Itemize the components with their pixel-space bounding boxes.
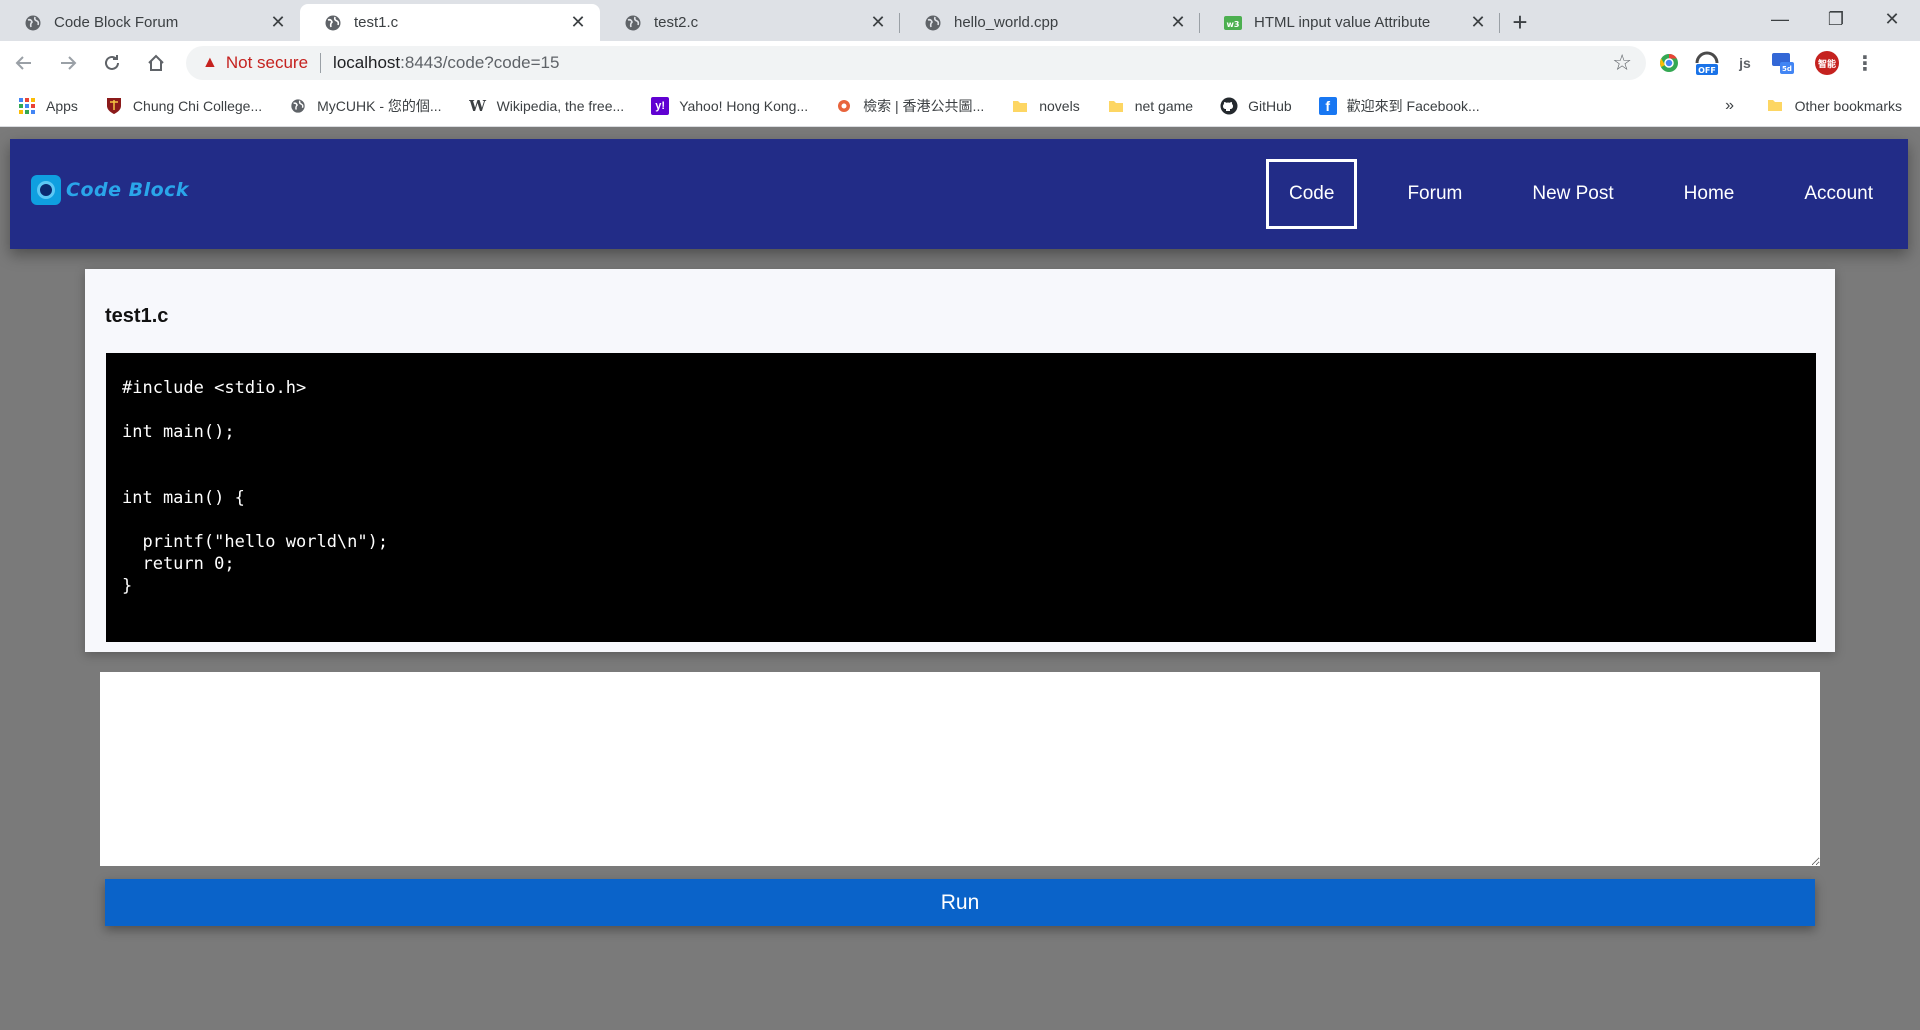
tab-title: test1.c [354,14,399,31]
bookmark-yahoo[interactable]: y! Yahoo! Hong Kong... [651,96,808,115]
window-controls: — ❐ ✕ [1752,0,1920,38]
security-indicator[interactable]: ▲ Not secure [202,53,308,73]
globe-icon [324,14,342,32]
screen-extension-icon[interactable]: 5d [1768,48,1798,78]
url-host: localhost [333,53,401,72]
svg-text:OFF: OFF [1698,66,1716,75]
reload-icon[interactable] [92,45,132,81]
restore-icon[interactable]: ❐ [1808,0,1864,38]
library-icon [835,97,853,115]
folder-icon [1767,97,1785,115]
svg-text:w3: w3 [1227,20,1240,29]
github-icon [1220,97,1238,115]
tab-html-input-value[interactable]: w3 HTML input value Attribute ✕ [1200,4,1500,41]
address-bar[interactable]: ▲ Not secure localhost:8443/code?code=15… [186,46,1646,80]
bookmarks-bar: Apps Chung Chi College... MyCUHK - 您的個..… [0,85,1920,127]
tab-title: Code Block Forum [54,14,179,31]
warning-icon: ▲ [202,54,218,71]
svg-text:智能: 智能 [1818,58,1836,70]
run-button[interactable]: Run [105,879,1815,926]
speed-extension-icon[interactable]: OFF [1692,48,1722,78]
browser-toolbar: ▲ Not secure localhost:8443/code?code=15… [0,41,1920,85]
tab-title: hello_world.cpp [954,14,1059,31]
bookmark-wikipedia[interactable]: W Wikipedia, the free... [469,96,624,115]
nav-new-post[interactable]: New Post [1497,159,1648,229]
site-navbar: Code Block Code Forum New Post Home Acco… [10,139,1908,249]
bookmark-novels[interactable]: novels [1011,97,1080,115]
site-logo[interactable]: Code Block [31,175,189,205]
nav-home[interactable]: Home [1649,159,1770,229]
tab-title: HTML input value Attribute [1254,14,1431,31]
new-tab-button[interactable]: + [1500,4,1540,41]
svg-text:5d: 5d [1782,65,1792,73]
minimize-icon[interactable]: — [1752,0,1808,38]
tab-test2-c[interactable]: test2.c ✕ [600,4,900,41]
apps-grid-icon [18,97,36,115]
menu-kebab-icon[interactable]: ⋮ [1850,48,1880,78]
close-window-icon[interactable]: ✕ [1864,0,1920,38]
home-icon[interactable] [136,45,176,81]
profile-avatar[interactable]: 智能 [1812,48,1842,78]
bookmark-facebook[interactable]: f 歡迎來到 Facebook... [1318,96,1480,116]
code-content: #include <stdio.h> int main(); int main(… [122,378,389,596]
back-icon[interactable] [4,45,44,81]
close-icon[interactable]: ✕ [268,12,288,33]
bookmark-apps[interactable]: Apps [18,97,78,115]
not-secure-label: Not secure [225,53,309,72]
bookmark-mycuhk[interactable]: MyCUHK - 您的個... [289,96,442,116]
globe-icon [24,14,42,32]
tab-strip: Code Block Forum ✕ test1.c ✕ test2.c ✕ h… [0,0,1920,41]
nav-forum[interactable]: Forum [1372,159,1497,229]
tab-test1-c[interactable]: test1.c ✕ [300,4,600,41]
code-viewer: #include <stdio.h> int main(); int main(… [106,353,1816,642]
nav-code[interactable]: Code [1266,159,1358,229]
globe-icon [924,14,942,32]
tab-hello-world-cpp[interactable]: hello_world.cpp ✕ [900,4,1200,41]
chrome-extension-icon[interactable] [1654,48,1684,78]
bookmark-star-icon[interactable]: ☆ [1612,50,1632,76]
close-icon[interactable]: ✕ [1168,12,1188,33]
site-menu: Code Forum New Post Home Account [1266,159,1908,229]
tab-title: test2.c [654,14,699,31]
folder-icon [1107,97,1125,115]
code-file-title: test1.c [105,305,169,327]
bookmark-net-game[interactable]: net game [1107,97,1193,115]
tab-code-block-forum[interactable]: Code Block Forum ✕ [0,4,300,41]
close-icon[interactable]: ✕ [868,12,888,33]
url-path: :8443/code?code=15 [400,53,560,72]
js-extension-icon[interactable]: js [1730,48,1760,78]
bookmark-hkpl[interactable]: 檢索 | 香港公共圖... [835,96,984,116]
globe-icon [289,97,307,115]
bookmarks-overflow-button[interactable]: » [1725,97,1734,115]
nav-account[interactable]: Account [1769,159,1908,229]
close-icon[interactable]: ✕ [1468,12,1488,33]
code-card: test1.c #include <stdio.h> int main(); i… [85,269,1835,652]
other-bookmarks[interactable]: Other bookmarks [1767,97,1902,115]
close-icon[interactable]: ✕ [568,12,588,33]
yahoo-icon: y! [651,96,670,115]
globe-icon [624,14,642,32]
code-block-logo-icon [31,175,61,205]
crest-icon [105,97,123,115]
output-textarea[interactable] [100,672,1820,866]
forward-icon[interactable] [48,45,88,81]
folder-icon [1011,97,1029,115]
facebook-icon: f [1318,96,1337,115]
w3schools-icon: w3 [1224,14,1242,32]
logo-text: Code Block [66,179,190,201]
bookmark-chung-chi[interactable]: Chung Chi College... [105,97,262,115]
bookmark-github[interactable]: GitHub [1220,97,1292,115]
wikipedia-icon: W [469,96,486,115]
